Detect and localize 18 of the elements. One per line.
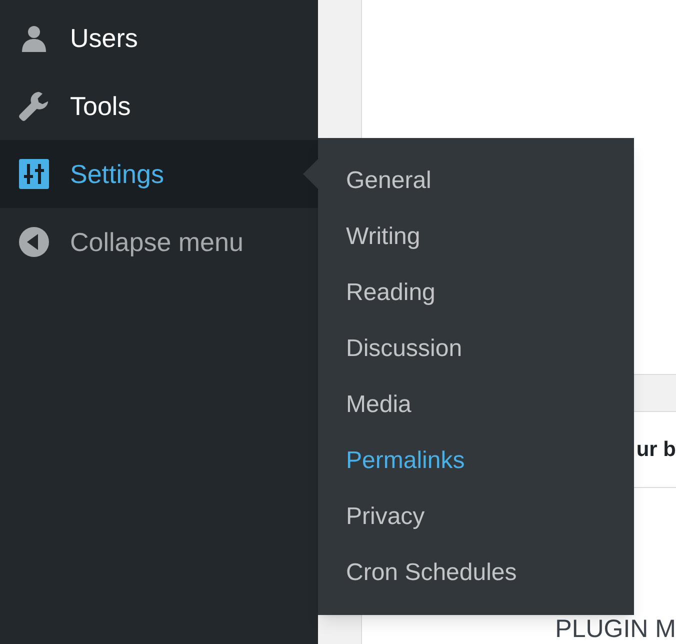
- submenu-item[interactable]: Permalinks: [318, 433, 634, 489]
- collapse-icon: [18, 226, 50, 258]
- submenu-item[interactable]: Reading: [318, 265, 634, 321]
- sidebar-item[interactable]: Collapse menu: [0, 208, 318, 276]
- wrench-icon: [18, 89, 50, 123]
- submenu-item[interactable]: General: [318, 153, 634, 209]
- submenu-item[interactable]: Writing: [318, 209, 634, 265]
- submenu-item[interactable]: Discussion: [318, 321, 634, 377]
- sidebar-item[interactable]: Tools: [0, 72, 318, 140]
- user-icon: [19, 23, 49, 53]
- panel-heading: PLUGIN M: [555, 617, 676, 642]
- submenu-item[interactable]: Privacy: [318, 489, 634, 545]
- row-text: ur b: [636, 436, 676, 463]
- sidebar-item[interactable]: Users: [0, 4, 318, 72]
- submenu-item[interactable]: Media: [318, 377, 634, 433]
- sliders-icon: [19, 159, 49, 189]
- submenu-item[interactable]: Cron Schedules: [318, 545, 634, 601]
- sidebar-item[interactable]: Settings: [0, 140, 318, 208]
